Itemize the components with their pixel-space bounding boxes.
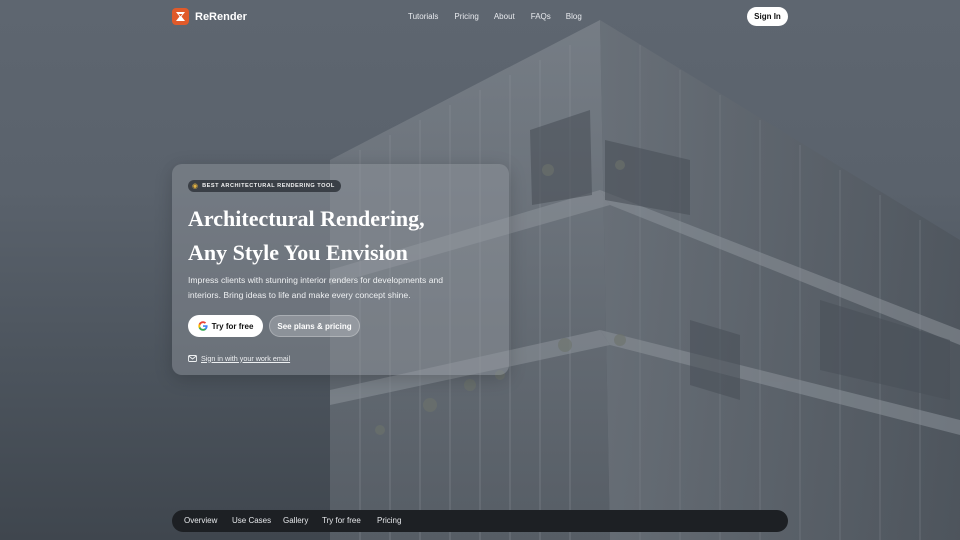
nav-link-blog[interactable]: Blog: [566, 12, 582, 21]
nav-menu: Tutorials Pricing About FAQs Blog: [408, 12, 582, 21]
work-email-label: Sign in with your work email: [201, 353, 291, 363]
nav-link-pricing[interactable]: Pricing: [454, 12, 478, 21]
section-tab-bar: Overview Use Cases Gallery Try for free …: [172, 510, 788, 532]
tab-gallery[interactable]: Gallery: [283, 516, 308, 525]
hero-card: ◉ BEST ARCHITECTURAL RENDERING TOOL Arch…: [172, 164, 509, 375]
nav-link-tutorials[interactable]: Tutorials: [408, 12, 438, 21]
brand[interactable]: ReRender: [172, 8, 247, 25]
nav-link-faqs[interactable]: FAQs: [531, 12, 551, 21]
tab-use-cases[interactable]: Use Cases: [232, 516, 271, 525]
hero-badge: ◉ BEST ARCHITECTURAL RENDERING TOOL: [188, 180, 341, 192]
hero-description: Impress clients with stunning interior r…: [188, 273, 488, 302]
hero-description-line-2: interiors. Bring ideas to life and make …: [188, 289, 411, 300]
rerender-logo-icon: [172, 8, 189, 25]
work-email-signin-link[interactable]: Sign in with your work email: [188, 349, 290, 367]
see-plans-button[interactable]: See plans & pricing: [269, 315, 360, 337]
tab-try-for-free[interactable]: Try for free: [322, 516, 361, 525]
sign-in-button[interactable]: Sign In: [747, 7, 788, 26]
badge-text: BEST ARCHITECTURAL RENDERING TOOL: [202, 183, 335, 189]
brand-name: ReRender: [195, 10, 247, 23]
tab-overview[interactable]: Overview: [184, 516, 217, 525]
google-icon: [197, 319, 208, 334]
try-for-free-button[interactable]: Try for free: [188, 315, 263, 337]
hero-description-line-1: Impress clients with stunning interior r…: [188, 275, 444, 285]
try-for-free-label: Try for free: [211, 321, 254, 331]
hero-title-line-2: Any Style You Envision: [188, 240, 408, 265]
nav-link-about[interactable]: About: [494, 12, 515, 21]
medal-icon: ◉: [192, 182, 199, 190]
mail-icon: [188, 349, 197, 367]
hero-title-line-1: Architectural Rendering,: [188, 206, 425, 231]
hero-title: Architectural Rendering, Any Style You E…: [188, 202, 508, 270]
top-navbar: ReRender Tutorials Pricing About FAQs Bl…: [0, 0, 960, 34]
tab-pricing[interactable]: Pricing: [377, 516, 401, 525]
